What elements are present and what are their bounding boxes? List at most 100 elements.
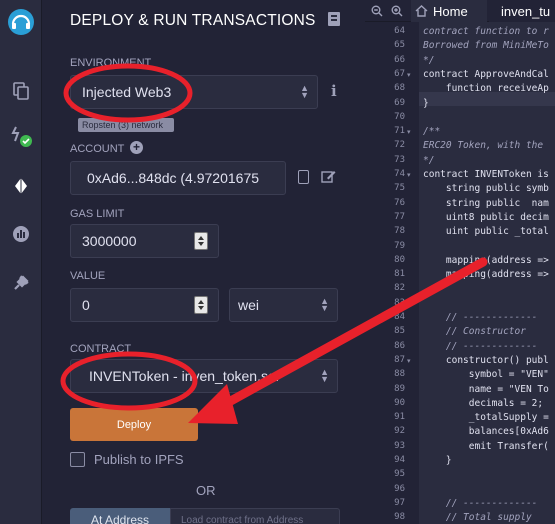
line-number: 98 [394,512,405,523]
home-icon [415,5,428,17]
code-line[interactable]: balances[0xAd6 [423,426,549,437]
code-line[interactable]: // ------------- [423,498,538,509]
code-line[interactable]: _totalSupply = [423,412,549,423]
environment-value: Injected Web3 [82,84,172,100]
tab-home-label: Home [433,3,468,19]
zoom-out-icon[interactable] [371,0,383,22]
plugin-manager-icon[interactable] [6,268,36,298]
environment-label: ENVIRONMENT [70,57,152,69]
contract-label: CONTRACT [70,343,132,355]
value-amount: 0 [82,297,90,313]
code-line[interactable]: emit Transfer( [423,441,549,452]
code-line[interactable]: uint8 public decim [423,212,549,223]
code-line[interactable]: uint public _total [423,226,549,237]
code-line[interactable]: string public symb [423,183,549,194]
line-number: 76 [394,197,405,208]
publish-ipfs-label: Publish to IPFS [94,452,184,467]
gas-limit-input[interactable]: 3000000 [70,224,219,258]
fold-arrow-icon[interactable]: ▾ [407,357,411,365]
zoom-in-icon[interactable] [391,0,403,22]
copy-icon[interactable] [298,170,309,184]
value-label: VALUE [70,270,106,282]
line-number: 74 [394,169,405,179]
line-number: 90 [394,397,405,408]
code-line[interactable]: mapping(address => [423,269,549,280]
gas-limit-label: GAS LIMIT [70,208,125,220]
code-line[interactable]: function receiveAp [423,83,549,94]
fold-arrow-icon[interactable]: ▾ [407,171,411,179]
analytics-icon[interactable] [6,219,36,249]
line-number: 86 [394,340,405,351]
code-line[interactable]: name = "VEN To [423,384,549,395]
line-number: 69 [394,97,405,108]
deploy-button[interactable]: Deploy [70,408,198,441]
line-number-gutter: 64 65 66 67 ▾ 68 69 70 71 ▾ 72 73 74 ▾ 75 76 77 78 79 80 81 8… [365,22,419,524]
fold-arrow-icon[interactable]: ▾ [407,128,411,136]
code-line[interactable]: } [423,98,429,109]
network-tooltip: Ropsten (3) network [78,118,174,132]
tab-inven-token[interactable]: inven_tu [489,0,555,22]
at-address-input[interactable]: Load contract from Address [170,508,340,524]
code-line[interactable]: } [423,455,452,466]
code-editor: Home inven_tu 64 65 66 67 ▾ 68 69 70 71 ▾ 72 73 74 ▾ 7… [365,0,555,524]
tab-home[interactable]: Home [411,0,487,22]
add-account-icon[interactable]: + [130,141,143,154]
line-number: 92 [394,426,405,437]
code-line[interactable]: contract ApproveAndCal [423,69,549,80]
contract-value: INVENToken - inven_token.sol [89,368,279,384]
gas-limit-value: 3000000 [82,233,137,249]
line-number: 82 [394,283,405,294]
code-line[interactable]: ERC20 Token, with the [423,140,543,151]
at-address-button[interactable]: At Address [70,508,170,524]
line-number: 81 [394,269,405,280]
file-explorer-icon[interactable] [6,76,36,106]
value-unit-select[interactable]: wei ▲ ▼ [229,288,338,322]
contract-select[interactable]: INVENToken - inven_token.sol ▲ ▼ [70,359,338,393]
code-line[interactable]: mapping(address => [423,255,549,266]
account-label: ACCOUNT [70,143,125,155]
select-arrows-icon: ▲ ▼ [300,83,309,100]
edit-icon[interactable] [321,169,336,184]
code-line[interactable]: // Total supply [423,512,532,523]
environment-select[interactable]: Injected Web3 ▲ ▼ [70,75,318,109]
code-line[interactable]: // Constructor [423,326,526,337]
code-line[interactable]: // ------------- [423,312,538,323]
line-number: 75 [394,183,405,194]
icon-rail [0,0,42,524]
line-number: 68 [394,83,405,94]
tab-inven-token-label: inven_tu [501,3,551,19]
value-input[interactable]: 0 [70,288,219,322]
line-number: 94 [394,455,405,465]
code-line[interactable]: contract function to r [423,26,549,37]
code-line[interactable]: /** [423,126,440,137]
code-line[interactable]: // ------------- [423,341,538,352]
code-line[interactable]: decimals = 2; [423,398,543,409]
code-line[interactable]: constructor() publ [423,355,549,366]
line-number: 70 [394,111,405,122]
code-line[interactable]: symbol = "VEN" [423,369,549,380]
line-number: 97 [394,497,405,508]
line-number: 64 [394,26,405,36]
code-line[interactable]: */ [423,55,434,66]
value-stepper[interactable] [194,296,208,314]
remix-logo-icon[interactable] [5,6,37,38]
line-number: 88 [394,369,405,380]
or-separator: OR [196,483,216,498]
code-line[interactable]: Borrowed from MiniMeTo [423,40,549,51]
publish-ipfs-checkbox[interactable] [70,452,85,467]
gas-limit-stepper[interactable] [194,232,208,250]
deploy-run-icon[interactable] [6,171,36,201]
info-icon[interactable]: i [331,82,337,100]
line-number: 77 [394,211,405,222]
code-line[interactable]: string public nam [423,198,549,209]
line-number: 66 [394,54,405,65]
line-number: 83 [394,297,405,308]
code-line[interactable]: contract INVENToken is [423,169,549,180]
line-number: 95 [394,469,405,480]
docs-book-icon[interactable] [328,12,340,26]
compiler-icon[interactable] [6,121,36,151]
fold-arrow-icon[interactable]: ▾ [407,71,411,79]
account-select[interactable]: 0xAd6...848dc (4.97201675 [70,161,286,195]
value-unit: wei [238,297,260,313]
code-line[interactable]: */ [423,155,434,166]
